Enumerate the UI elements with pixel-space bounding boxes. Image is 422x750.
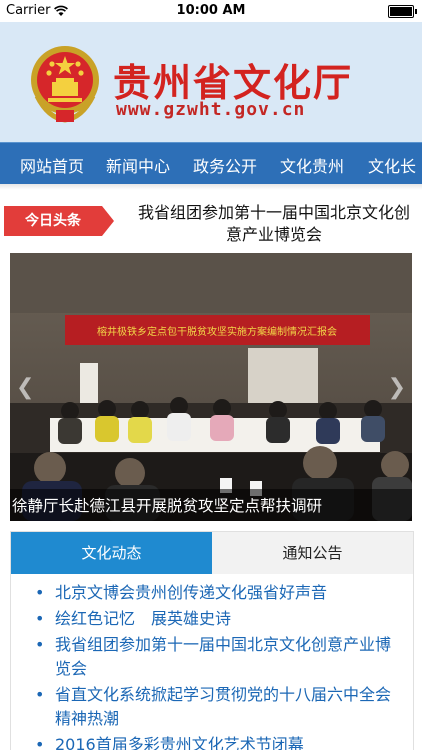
carousel-photo: 榕井极铁乡定点包干脱贫攻坚实施方案编制情况汇报会 [10,253,412,521]
headline-strip: 今日头条 我省组团参加第十一届中国北京文化创意产业博览会 [0,192,422,254]
banner-text: 榕井极铁乡定点包干脱贫攻坚实施方案编制情况汇报会 [97,325,337,338]
tab-notices[interactable]: 通知公告 [212,532,413,574]
nav-item-news[interactable]: 新闻中心 [106,153,170,177]
main-nav: 网站首页 新闻中心 政务公开 文化贵州 文化长 [0,142,422,185]
list-item[interactable]: 我省组团参加第十一届中国北京文化创意产业博览会 [27,633,405,681]
headline-badge: 今日头条 [4,206,114,236]
list-item[interactable]: 绘红色记忆 展英雄史诗 [27,607,405,631]
tab-culture-news[interactable]: 文化动态 [11,532,212,574]
carousel-prev-icon[interactable]: ❮ [16,375,34,400]
site-url[interactable]: www.gzwht.gov.cn [116,99,305,120]
nav-item-culture-more[interactable]: 文化长 [368,153,416,177]
list-item[interactable]: 2016首届多彩贵州文化艺术节闭幕 [27,733,405,750]
carousel-next-icon[interactable]: ❯ [388,375,406,400]
status-time: 10:00 AM [176,3,246,18]
list-item[interactable]: 省直文化系统掀起学习贯彻党的十八届六中全会精神热潮 [27,683,405,731]
nav-shadow [0,184,422,190]
headline-link[interactable]: 我省组团参加第十一届中国北京文化创意产业博览会 [134,202,414,246]
battery-icon [388,5,417,18]
photo-carousel[interactable]: 榕井极铁乡定点包干脱贫攻坚实施方案编制情况汇报会 ❮ ❯ 徐静厅长赴德江县开展脱… [10,253,412,521]
nav-item-culture-guizhou[interactable]: 文化贵州 [280,153,344,177]
status-bar: Carrier 10:00 AM [0,0,422,22]
news-tabs: 文化动态 通知公告 [10,531,414,574]
site-header: 贵州省文化厅 www.gzwht.gov.cn [0,22,422,142]
national-emblem-icon [31,46,99,123]
news-list: 北京文博会贵州创传递文化强省好声音 绘红色记忆 展英雄史诗 我省组团参加第十一届… [10,573,414,750]
nav-item-government[interactable]: 政务公开 [193,153,257,177]
list-item[interactable]: 北京文博会贵州创传递文化强省好声音 [27,581,405,605]
carousel-caption[interactable]: 徐静厅长赴德江县开展脱贫攻坚定点帮扶调研 [12,494,322,516]
nav-item-home[interactable]: 网站首页 [20,153,84,177]
